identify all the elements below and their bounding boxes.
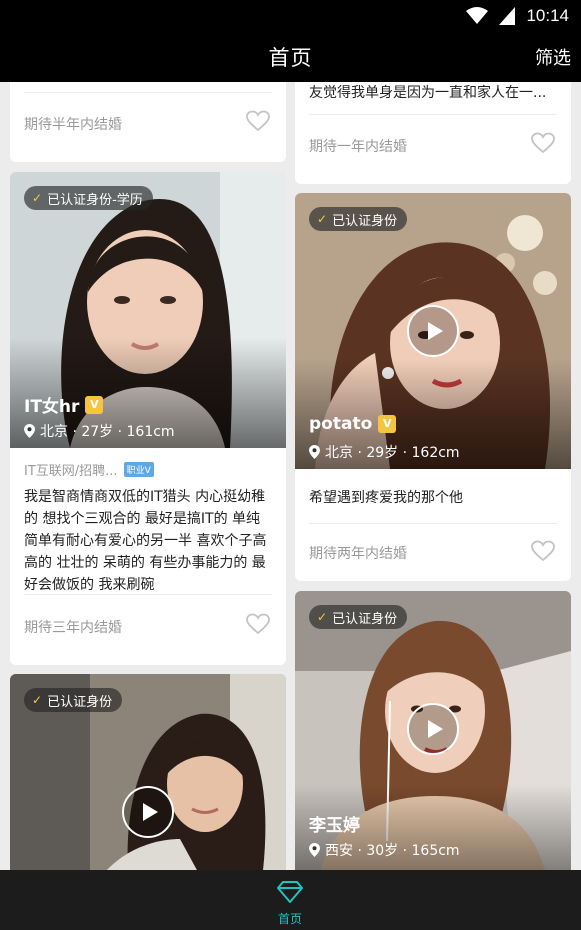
profile-photo[interactable]: ✓ 已认证身份 potato V 北京 · 29岁 · 162cm	[295, 193, 571, 469]
card-divider	[24, 92, 272, 93]
card-bio: 我是智商情商双低的IT猎头 内心挺幼稚的 想找个三观合的 最好是搞IT的 单纯简…	[24, 489, 267, 593]
name-row: potato V	[309, 414, 397, 434]
vip-icon: V	[378, 415, 397, 433]
check-icon: ✓	[32, 191, 43, 205]
profile-name: 李玉婷	[309, 816, 360, 836]
profile-photo[interactable]: ✓ 已认证身份	[10, 674, 286, 870]
location-row: 北京 · 29岁 · 162cm	[309, 442, 460, 462]
profile-card[interactable]: 期待半年内结婚	[10, 82, 286, 162]
vip-icon: V	[85, 395, 104, 414]
profile-card[interactable]: ✓ 已认证身份 potato V 北京 · 29岁 · 162cm 希望遇到疼爱…	[295, 193, 571, 581]
play-video-button[interactable]	[407, 703, 459, 755]
profile-feed[interactable]: 期待半年内结婚 友觉得我单身是因为一直和家人在一... 期待一年内结婚 ✓ 已认…	[0, 82, 581, 870]
play-icon	[428, 720, 443, 738]
verified-badge: ✓ 已认证身份	[309, 207, 408, 231]
card-divider	[309, 114, 557, 115]
profile-card[interactable]: ✓ 已认证身份 李玉婷 西安 · 30岁 · 165cm	[295, 591, 571, 870]
verified-badge: ✓ 已认证身份	[24, 688, 123, 712]
nav-home-tab[interactable]: 首页	[260, 876, 320, 926]
name-row: 李玉婷	[309, 811, 360, 836]
filter-button[interactable]: 筛选	[535, 44, 571, 70]
marriage-expectation: 期待三年内结婚	[24, 620, 122, 636]
location-row: 北京 · 27岁 · 161cm	[24, 421, 175, 441]
card-bio: 友觉得我单身是因为一直和家人在一...	[309, 85, 547, 101]
heart-icon[interactable]	[531, 132, 555, 154]
play-video-button[interactable]	[122, 786, 174, 838]
card-divider	[24, 594, 272, 595]
marriage-expectation: 期待一年内结婚	[309, 139, 407, 155]
battery-icon	[499, 7, 516, 25]
job-verified-tag: 职业V	[123, 462, 154, 477]
check-icon: ✓	[317, 610, 328, 624]
wifi-icon	[466, 7, 489, 24]
heart-icon[interactable]	[531, 540, 555, 562]
job-text: IT互联网/招聘...	[24, 464, 118, 479]
play-video-button[interactable]	[407, 305, 459, 357]
check-icon: ✓	[32, 693, 43, 707]
marriage-expectation: 期待两年内结婚	[309, 546, 407, 562]
location-text: 西安 · 30岁 · 165cm	[325, 843, 460, 859]
location-row: 西安 · 30岁 · 165cm	[309, 840, 460, 860]
check-icon: ✓	[317, 212, 328, 226]
profile-name: potato	[309, 414, 373, 434]
card-bio: 希望遇到疼爱我的那个他	[309, 490, 463, 506]
profile-card[interactable]: ✓ 已认证身份-学历 IT女hr V 北京 · 27岁 · 161cm IT互联…	[10, 172, 286, 665]
nav-home-label: 首页	[277, 912, 302, 926]
profile-card[interactable]: 友觉得我单身是因为一直和家人在一... 期待一年内结婚	[295, 82, 571, 184]
verified-label: 已认证身份-学历	[47, 192, 143, 208]
play-icon	[428, 322, 443, 340]
profile-photo[interactable]: ✓ 已认证身份 李玉婷 西安 · 30岁 · 165cm	[295, 591, 571, 870]
app-bar: 首页 筛选	[0, 32, 581, 82]
location-text: 北京 · 29岁 · 162cm	[325, 445, 460, 461]
heart-icon[interactable]	[246, 613, 270, 635]
diamond-icon	[277, 881, 303, 903]
location-pin-icon	[24, 424, 35, 438]
name-row: IT女hr V	[24, 392, 104, 417]
marriage-expectation: 期待半年内结婚	[24, 117, 122, 133]
location-pin-icon	[309, 445, 320, 459]
location-text: 北京 · 27岁 · 161cm	[40, 424, 175, 440]
bottom-nav: 首页	[0, 870, 581, 930]
status-bar: 10:14	[0, 0, 581, 32]
profile-card[interactable]: ✓ 已认证身份	[10, 674, 286, 870]
job-row: IT互联网/招聘... 职业V	[24, 460, 154, 479]
card-divider	[309, 523, 557, 524]
heart-icon[interactable]	[246, 110, 270, 132]
verified-label: 已认证身份	[332, 213, 398, 229]
verified-badge: ✓ 已认证身份-学历	[24, 186, 153, 210]
verified-label: 已认证身份	[332, 611, 398, 627]
status-time: 10:14	[526, 6, 569, 25]
verified-badge: ✓ 已认证身份	[309, 605, 408, 629]
play-icon	[143, 803, 158, 821]
page-title: 首页	[268, 46, 313, 70]
profile-photo[interactable]: ✓ 已认证身份-学历 IT女hr V 北京 · 27岁 · 161cm	[10, 172, 286, 448]
profile-name: IT女hr	[24, 397, 80, 417]
location-pin-icon	[309, 843, 320, 857]
verified-label: 已认证身份	[47, 694, 113, 710]
